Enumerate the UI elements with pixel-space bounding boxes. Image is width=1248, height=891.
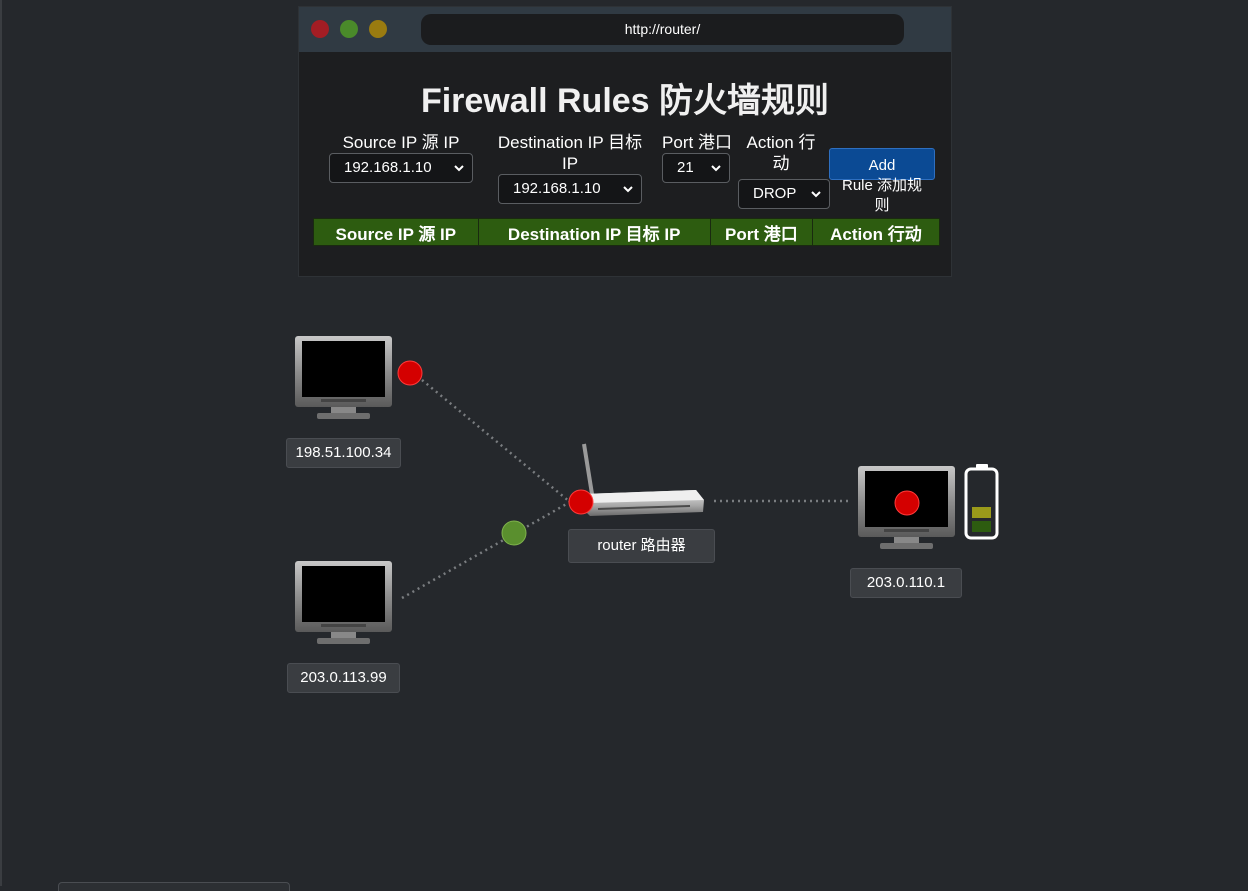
blocked-status-icon [568,489,594,515]
host-ip-label: 203.0.110.1 [850,568,962,598]
battery-level-mid [972,507,991,518]
link-host1-router [421,379,571,503]
router-label: router 路由器 [568,529,715,563]
taskbar-tab[interactable] [58,882,290,891]
blocked-status-icon [397,360,423,386]
host-ip-label: 203.0.113.99 [287,663,400,693]
link-host2-router [401,500,571,600]
network-diagram [295,336,999,644]
battery-icon [964,464,999,540]
blocked-status-icon [894,490,920,516]
computer-icon[interactable] [295,561,392,644]
router-icon[interactable] [580,443,704,516]
allowed-status-icon [501,520,527,546]
computer-icon[interactable] [295,336,392,419]
battery-level-low [972,521,991,532]
host-ip-label: 198.51.100.34 [286,438,401,468]
